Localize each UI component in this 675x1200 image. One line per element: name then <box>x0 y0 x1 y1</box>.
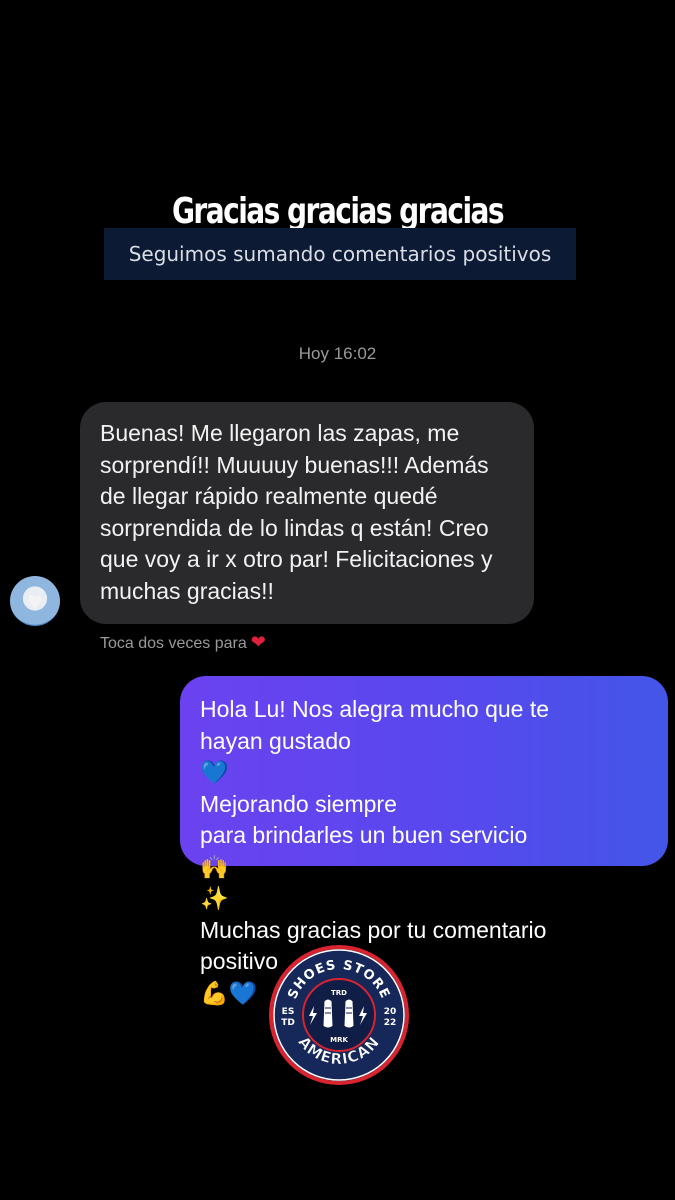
message-line: sorprendida de lo lindas q están! Creo <box>100 514 489 541</box>
message-line: Hola Lu! Nos alegra mucho que te <box>200 696 550 722</box>
logo-year-text: 20 <box>384 1007 397 1017</box>
reaction-hint: Toca dos veces para ❤ <box>100 632 266 653</box>
message-line: muchas gracias!! <box>100 577 274 604</box>
message-line: sorprendí!! Muuuuy buenas!!! Además <box>100 451 489 478</box>
message-text: Mejorando siempre <box>200 790 397 817</box>
sparkles-icon: ✨ <box>200 885 229 911</box>
sender-avatar[interactable]: ♥ <box>10 576 60 626</box>
logo-year-text: 22 <box>384 1018 397 1028</box>
logo-est-text: ES <box>282 1007 295 1017</box>
store-logo: SHOES STORE AMERICAN ES TD 20 22 TRD MRK <box>269 945 409 1085</box>
message-text: Muchas gracias por tu comentario <box>200 916 547 943</box>
heart-icon: ❤ <box>250 632 266 652</box>
logo-inner-bottom-text: MRK <box>330 1036 348 1044</box>
story-header: Gracias gracias gracias Seguimos sumando… <box>0 190 675 280</box>
message-line: ✨ Muchas gracias por tu comentario <box>200 883 648 946</box>
message-line: para brindarles un buen servicio 🙌 <box>200 820 648 883</box>
subtitle-banner: Seguimos sumando comentarios positivos <box>104 228 576 280</box>
reaction-hint-text: Toca dos veces para <box>100 635 247 652</box>
message-timestamp: Hoy 16:02 <box>298 344 377 363</box>
message-line: hayan gustado 💙 Mejorando siempre <box>200 726 648 821</box>
blue-heart-icon: 💙 <box>200 759 229 785</box>
message-line: Buenas! Me llegaron las zapas, me <box>100 420 460 446</box>
white-heart-icon: ♥ <box>27 585 43 616</box>
message-line: que voy a ir x otro par! Felicitaciones … <box>100 546 493 572</box>
message-text: hayan gustado <box>200 727 351 754</box>
message-line: de llegar rápido realmente quedé <box>100 483 438 509</box>
outgoing-message-bubble[interactable]: Hola Lu! Nos alegra mucho que te hayan g… <box>180 676 668 1006</box>
message-text: para brindarles un buen servicio <box>200 822 528 848</box>
raised-hands-icon: 🙌 <box>200 853 229 880</box>
logo-inner-top-text: TRD <box>331 989 347 997</box>
subtitle: Seguimos sumando comentarios positivos <box>128 242 552 266</box>
logo-est-text: TD <box>281 1018 295 1028</box>
incoming-message-bubble[interactable]: Buenas! Me llegaron las zapas, me sorpre… <box>80 402 534 624</box>
